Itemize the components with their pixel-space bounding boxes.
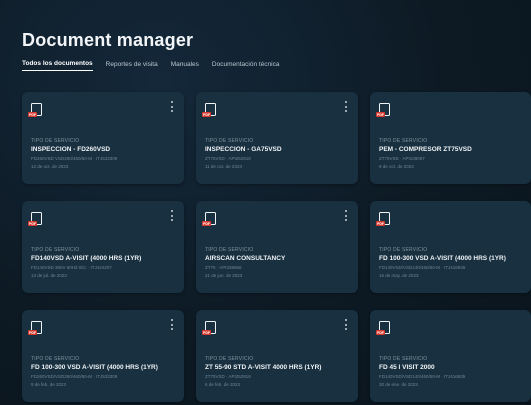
document-meta: FD140VSD 380V 60HZ IEC · ITJ424207	[31, 265, 112, 270]
service-type-label: TIPO DE SERVICIO	[205, 138, 254, 144]
document-name: INSPECCION - GA75VSD	[205, 146, 282, 153]
document-meta: FD260VSD/VSD260/460/50-M · ITJ533309	[31, 374, 118, 379]
document-card[interactable]: PDF TIPO DE SERVICIO FD140VSD A-VISIT (4…	[22, 201, 184, 293]
service-type-label: TIPO DE SERVICIO	[31, 247, 80, 253]
service-type-label: TIPO DE SERVICIO	[379, 356, 428, 362]
service-type-label: TIPO DE SERVICIO	[205, 247, 254, 253]
pdf-icon: PDF	[202, 321, 216, 335]
document-card[interactable]: PDF TIPO DE SERVICIO FD 100-300 VSD A-VI…	[370, 201, 531, 293]
document-card[interactable]: PDF TIPO DE SERVICIO FD 45 I VISIT 2000 …	[370, 310, 531, 402]
pdf-icon: PDF	[28, 321, 42, 335]
document-date: 6 de feb. de 2023	[205, 382, 241, 387]
document-meta: FD140VSD/VSD140/460/50-M · ITJ416935	[379, 374, 466, 379]
document-date: 21 de jun. de 2023	[205, 273, 243, 278]
service-type-label: TIPO DE SERVICIO	[31, 138, 80, 144]
more-options-icon[interactable]	[170, 210, 174, 221]
document-grid: PDF TIPO DE SERVICIO INSPECCION - FD260V…	[0, 0, 531, 405]
more-options-icon[interactable]	[170, 101, 174, 112]
document-date: 9 de feb. de 2023	[31, 382, 67, 387]
document-date: 9 de oct. de 2023	[379, 164, 414, 169]
document-meta: ZT75VSD · API109097	[379, 156, 425, 161]
document-card[interactable]: PDF TIPO DE SERVICIO PEM - COMPRESOR ZT7…	[370, 92, 531, 184]
document-date: 30 de ene. de 2023	[379, 382, 418, 387]
more-options-icon[interactable]	[344, 101, 348, 112]
pdf-icon: PDF	[28, 212, 42, 226]
service-type-label: TIPO DE SERVICIO	[205, 356, 254, 362]
document-name: AIRSCAN CONSULTANCY	[205, 255, 286, 262]
document-meta: ZT75VSD · API252918	[205, 156, 251, 161]
document-card[interactable]: PDF TIPO DE SERVICIO ZT 55-90 STD A-VISI…	[196, 310, 358, 402]
more-options-icon[interactable]	[344, 210, 348, 221]
service-type-label: TIPO DE SERVICIO	[31, 356, 80, 362]
document-name: FD 45 I VISIT 2000	[379, 364, 435, 371]
document-card[interactable]: PDF TIPO DE SERVICIO FD 100-300 VSD A-VI…	[22, 310, 184, 402]
pdf-icon: PDF	[28, 103, 42, 117]
document-meta: ZT75 · API338566	[205, 265, 242, 270]
document-name: FD 100-300 VSD A-VISIT (4000 HRS (1YR)	[379, 255, 506, 262]
document-meta: FD260VSD VSD260/460/50-M · ITJ533309	[31, 156, 118, 161]
document-name: FD 100-300 VSD A-VISIT (4000 HRS (1YR)	[31, 364, 158, 371]
pdf-icon: PDF	[376, 212, 390, 226]
pdf-icon: PDF	[376, 321, 390, 335]
service-type-label: TIPO DE SERVICIO	[379, 138, 428, 144]
document-card[interactable]: PDF TIPO DE SERVICIO INSPECCION - FD260V…	[22, 92, 184, 184]
document-date: 12 de oct. de 2023	[31, 164, 69, 169]
document-meta: ZT75VSD · API252918	[205, 374, 251, 379]
document-name: PEM - COMPRESOR ZT75VSD	[379, 146, 472, 153]
service-type-label: TIPO DE SERVICIO	[379, 247, 428, 253]
document-date: 13 de jul. de 2023	[31, 273, 67, 278]
document-meta: FD140VSD/VSD140/460/50-M · ITJ416935	[379, 265, 466, 270]
document-name: FD140VSD A-VISIT (4000 HRS (1YR)	[31, 255, 142, 262]
document-card[interactable]: PDF TIPO DE SERVICIO AIRSCAN CONSULTANCY…	[196, 201, 358, 293]
more-options-icon[interactable]	[170, 319, 174, 330]
pdf-icon: PDF	[376, 103, 390, 117]
document-name: INSPECCION - FD260VSD	[31, 146, 111, 153]
document-card[interactable]: PDF TIPO DE SERVICIO INSPECCION - GA75VS…	[196, 92, 358, 184]
pdf-icon: PDF	[202, 212, 216, 226]
more-options-icon[interactable]	[344, 319, 348, 330]
pdf-icon: PDF	[202, 103, 216, 117]
document-name: ZT 55-90 STD A-VISIT 4000 HRS (1YR)	[205, 364, 322, 371]
document-date: 16 de may. de 2023	[379, 273, 419, 278]
document-date: 11 de oct. de 2023	[205, 164, 242, 169]
